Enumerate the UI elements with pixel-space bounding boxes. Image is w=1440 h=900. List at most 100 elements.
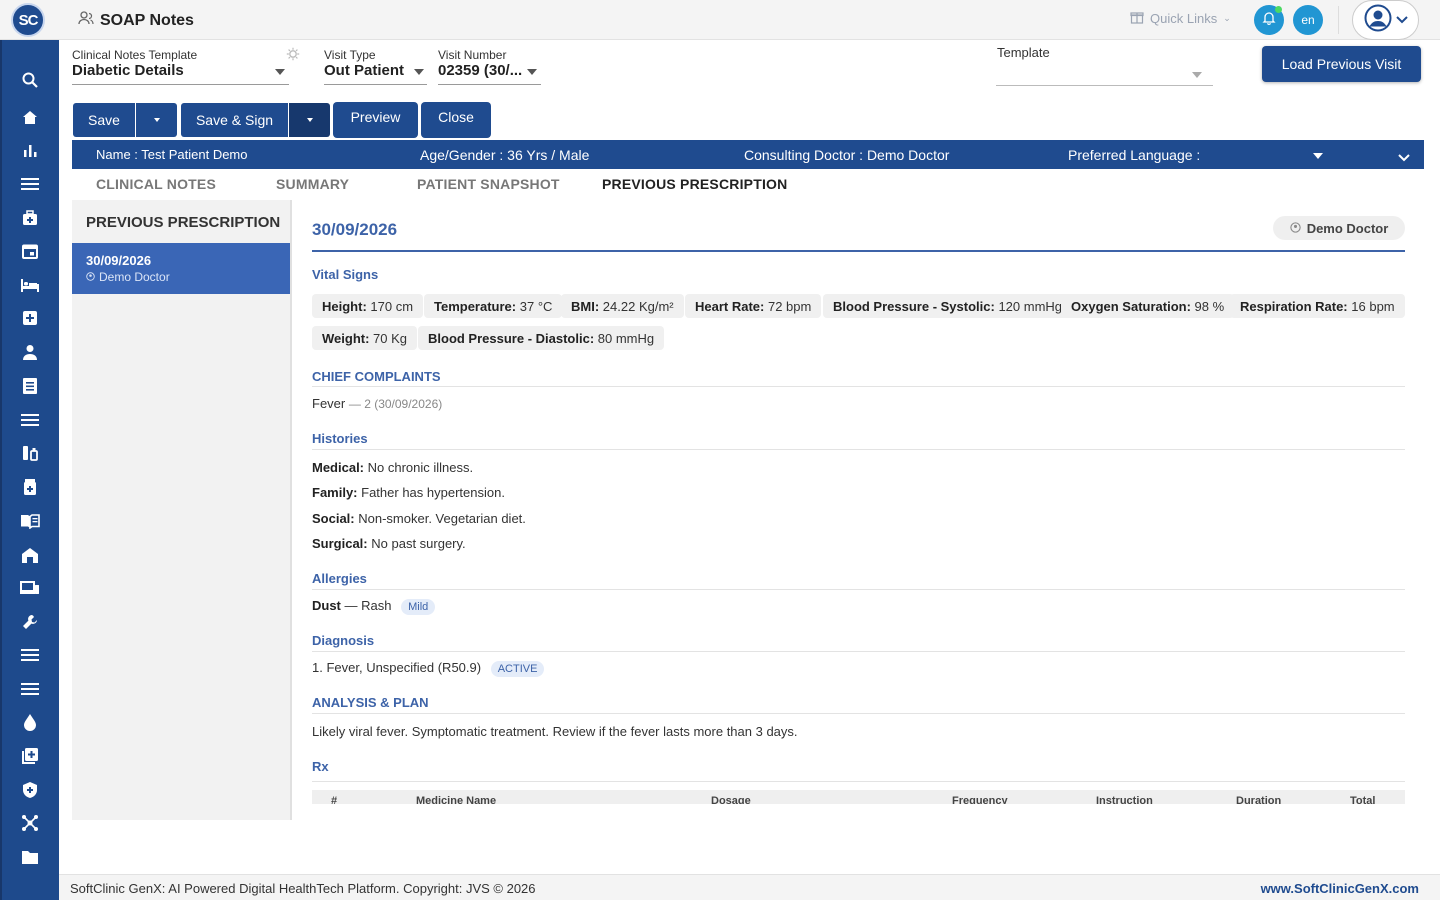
preferred-language-label: Preferred Language : <box>1068 147 1201 163</box>
avatar-icon <box>1364 4 1392 37</box>
save-dropdown-button[interactable] <box>135 103 177 137</box>
prescription-date: 30/09/2026 <box>86 253 152 268</box>
save-sign-button[interactable]: Save & Sign <box>181 103 288 137</box>
notifications-button[interactable] <box>1254 5 1284 35</box>
page-title-group: SOAP Notes <box>78 11 194 30</box>
section-title-allergies: Allergies <box>312 571 367 586</box>
rx-col-number: # <box>331 795 338 804</box>
bed-icon[interactable] <box>18 273 42 297</box>
chevron-down-icon <box>153 118 160 122</box>
wrench-icon[interactable] <box>18 610 42 634</box>
history-label: Surgical: <box>312 536 368 551</box>
vital-value: 80 mmHg <box>597 331 655 346</box>
chevron-down-icon[interactable] <box>414 69 424 75</box>
vital-value: 24.22 Kg/m² <box>602 299 674 314</box>
person-icon[interactable] <box>18 340 42 364</box>
prescription-doctor: Demo Doctor <box>86 270 170 284</box>
section-divider <box>312 781 1405 782</box>
chevron-down-icon[interactable] <box>1398 149 1410 165</box>
vital-label: Blood Pressure - Systolic: <box>833 299 995 314</box>
home-icon[interactable] <box>18 105 42 129</box>
folder-icon[interactable] <box>18 845 42 869</box>
close-button[interactable]: Close <box>421 102 491 138</box>
doctor-icon <box>1290 221 1301 236</box>
devices-icon[interactable] <box>18 576 42 600</box>
panel-heading: PREVIOUS PRESCRIPTION <box>86 214 281 231</box>
visit-type-select[interactable]: Out Patient <box>324 62 412 79</box>
page-title: SOAP Notes <box>100 11 194 29</box>
complaint-item: Fever — 2 (30/09/2026) <box>312 396 442 411</box>
section-divider <box>312 713 1405 714</box>
document-icon[interactable] <box>18 374 42 398</box>
template-underline <box>996 85 1213 86</box>
plan-text: Likely viral fever. Symptomatic treatmen… <box>312 724 798 739</box>
book-icon[interactable] <box>18 509 42 533</box>
clinical-template-select[interactable]: Diabetic Details <box>72 62 262 79</box>
chevron-down-icon[interactable] <box>275 69 285 75</box>
list-icon[interactable] <box>18 677 42 701</box>
store-icon[interactable] <box>18 543 42 567</box>
vital-value: 120 mmHg <box>998 299 1063 314</box>
preferred-language-dropdown[interactable] <box>1313 153 1323 159</box>
network-icon[interactable] <box>18 811 42 835</box>
tab-clinical-notes[interactable]: CLINICAL NOTES <box>96 176 216 192</box>
tab-patient-snapshot[interactable]: PATIENT SNAPSHOT <box>417 176 560 192</box>
sidebar <box>0 40 59 900</box>
doctor-icon <box>86 270 95 284</box>
history-value: Father has hypertension. <box>361 485 505 500</box>
list-icon[interactable] <box>18 408 42 432</box>
gift-icon <box>1130 10 1144 27</box>
chevron-down-icon[interactable] <box>527 69 537 75</box>
visit-type-label: Visit Type <box>324 48 376 62</box>
history-label: Family: <box>312 485 358 500</box>
status-badge: ACTIVE <box>490 661 545 677</box>
visit-number-underline <box>438 84 541 85</box>
tab-previous-prescription[interactable]: PREVIOUS PRESCRIPTION <box>602 176 787 192</box>
settings-icon[interactable] <box>286 47 300 66</box>
pharmacy-icon[interactable] <box>18 475 42 499</box>
menu-icon[interactable] <box>18 172 42 196</box>
vital-label: Temperature: <box>434 299 517 314</box>
vital-respiration-rate: Respiration Rate: 16 bpm <box>1230 294 1405 318</box>
history-value: No chronic illness. <box>367 460 474 475</box>
section-divider <box>312 449 1405 450</box>
visit-number-select[interactable]: 02359 (30/... <box>438 62 524 79</box>
allergy-item: Dust — Rash Mild <box>312 598 436 615</box>
section-title-vitals: Vital Signs <box>312 267 379 282</box>
rx-col-duration: Duration <box>1236 795 1282 804</box>
load-previous-visit-button[interactable]: Load Previous Visit <box>1262 46 1421 82</box>
prescription-title-date: 30/09/2026 <box>312 220 398 239</box>
drop-icon[interactable] <box>18 710 42 734</box>
app-logo[interactable]: SC <box>11 3 45 37</box>
history-surgical: Surgical: No past surgery. <box>312 536 466 551</box>
list-item[interactable]: 30/09/2026 Demo Doctor <box>72 243 290 294</box>
lab-icon[interactable] <box>18 441 42 465</box>
calendar-icon[interactable] <box>18 239 42 263</box>
section-title-histories: Histories <box>312 431 368 446</box>
footer-website-link[interactable]: www.SoftClinicGenX.com <box>1261 881 1419 896</box>
list-icon[interactable] <box>18 643 42 667</box>
title-divider <box>312 250 1405 252</box>
section-title-plan: ANALYSIS & PLAN <box>312 695 429 710</box>
section-divider <box>312 651 1405 652</box>
profile-menu[interactable] <box>1352 0 1419 40</box>
vital-bmi: BMI: 24.22 Kg/m² <box>561 294 684 318</box>
search-icon[interactable] <box>18 68 42 92</box>
history-social: Social: Non-smoker. Vegetarian diet. <box>312 511 526 526</box>
preview-button[interactable]: Preview <box>333 102 418 138</box>
save-button[interactable]: Save <box>73 103 135 137</box>
rx-col-instruction: Instruction <box>1096 795 1153 804</box>
vital-oxygen-saturation: Oxygen Saturation: 98 % <box>1061 294 1235 318</box>
language-button[interactable]: en <box>1293 5 1323 35</box>
save-sign-dropdown-button[interactable] <box>288 103 330 137</box>
patient-name: Name : Test Patient Demo <box>96 147 248 162</box>
hospital-icon[interactable] <box>18 306 42 330</box>
medical-kit-icon[interactable] <box>18 206 42 230</box>
add-box-icon[interactable] <box>18 744 42 768</box>
bar-chart-icon[interactable] <box>18 138 42 162</box>
section-divider <box>312 386 1405 387</box>
tab-summary[interactable]: SUMMARY <box>276 176 349 192</box>
chevron-down-icon[interactable] <box>1192 72 1202 78</box>
shield-icon[interactable] <box>18 778 42 802</box>
quick-links-menu[interactable]: Quick Links ⌄ <box>1130 10 1231 27</box>
